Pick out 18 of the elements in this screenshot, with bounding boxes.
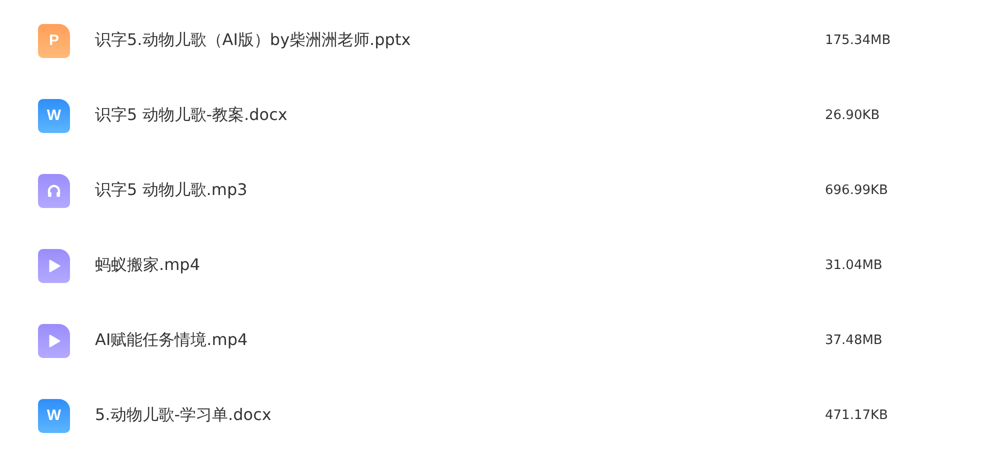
file-size: 175.34MB: [825, 33, 891, 48]
file-size: 37.48MB: [825, 333, 882, 348]
file-icon: [38, 174, 70, 208]
file-name[interactable]: 识字5.动物儿歌（AI版）by柴洲洲老师.pptx: [95, 30, 825, 51]
file-size: 696.99KB: [825, 183, 888, 198]
file-icon: [38, 324, 70, 358]
file-name[interactable]: 识字5 动物儿歌-教案.docx: [95, 105, 825, 126]
file-icon: [38, 248, 70, 282]
file-icon: P: [38, 24, 70, 58]
file-size: 26.90KB: [825, 108, 880, 123]
file-name[interactable]: 识字5 动物儿歌.mp3: [95, 180, 825, 201]
file-size: 31.04MB: [825, 258, 882, 273]
file-name[interactable]: 蚂蚁搬家.mp4: [95, 255, 825, 276]
file-name[interactable]: 5.动物儿歌-学习单.docx: [95, 405, 825, 426]
file-icon: W: [38, 98, 70, 132]
file-size: 471.17KB: [825, 408, 888, 423]
file-name[interactable]: AI赋能任务情境.mp4: [95, 330, 825, 351]
file-icon: W: [38, 398, 70, 432]
